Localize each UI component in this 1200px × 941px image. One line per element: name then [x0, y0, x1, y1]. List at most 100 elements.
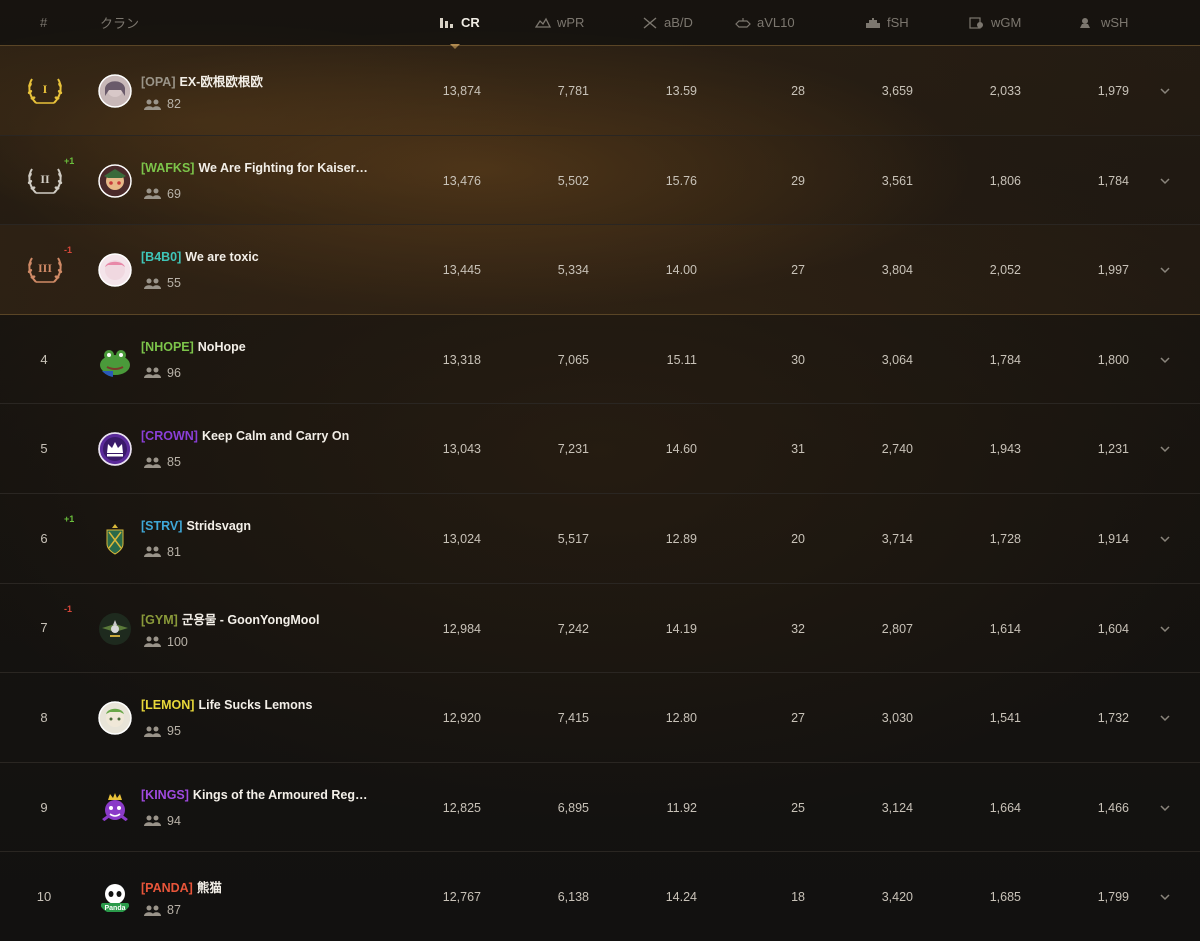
stat-fsh: 3,659 [881, 84, 913, 98]
header-wpr-label: wPR [557, 15, 585, 30]
chevron-down-icon[interactable] [1158, 444, 1172, 454]
header-abd[interactable]: aB/D [642, 15, 693, 30]
table-row[interactable]: 9 [KINGS] Kings of the Armoured Reg… 94 12,8… [0, 763, 1200, 853]
header-abd-label: aB/D [664, 15, 693, 30]
table-row[interactable]: 10 Panda [PANDA] 熊猫 87 12,767 6,138 14.24 18 3,42… [0, 852, 1200, 941]
rank-change-badge: -1 [64, 603, 73, 614]
avatar-pink-icon[interactable] [98, 253, 132, 287]
stat-abd: 12.80 [665, 711, 697, 726]
chevron-down-icon[interactable] [1158, 176, 1172, 186]
avatar-anime-icon[interactable] [98, 163, 132, 198]
clan-name-link[interactable]: [KINGS] Kings of the Armoured Reg… [141, 788, 367, 802]
table-row[interactable]: 8 [LEMON] Life Sucks Lemons 95 12,920 7,415 12… [0, 673, 1200, 763]
members-icon [144, 546, 161, 558]
chevron-down-icon[interactable] [1158, 86, 1172, 96]
members-icon [144, 905, 161, 916]
stat-wsh: 1,466 [1097, 800, 1129, 815]
member-count: 95 [144, 724, 181, 738]
stat-wgm: 2,052 [989, 263, 1021, 278]
member-count-value: 69 [167, 186, 181, 201]
stat-fsh: 3,420 [881, 890, 913, 905]
stat-abd: 15.76 [665, 173, 697, 188]
clan-name-link[interactable]: [WAFKS] We Are Fighting for Kaiser… [141, 161, 368, 175]
header-cr[interactable]: CR [439, 15, 480, 30]
table-row[interactable]: 4 [NHOPE] NoHope 96 13,318 7,065 15.11 30 3,064 1… [0, 315, 1200, 405]
header-cr-label: CR [461, 15, 480, 30]
stat-wgm: 1,614 [989, 621, 1021, 636]
shield-crest-icon[interactable] [98, 522, 132, 556]
stat-wsh: 1,784 [1097, 173, 1129, 188]
stat-wgm: 1,728 [989, 531, 1021, 546]
member-count-value: 55 [167, 276, 181, 291]
clan-name-link[interactable]: [STRV] Stridsvagn [141, 519, 251, 533]
chevron-down-icon[interactable] [1158, 624, 1172, 634]
tank-icon [735, 17, 751, 29]
clan-title: Kings of the Armoured Reg… [192, 787, 368, 802]
rank-roman-numeral: III [37, 261, 52, 276]
avatar-girl-icon[interactable] [98, 74, 132, 108]
stat-avl10: 18 [791, 890, 805, 905]
stat-wsh: 1,800 [1097, 352, 1129, 367]
stat-fsh: 3,030 [881, 711, 913, 726]
crown-icon[interactable] [98, 432, 132, 467]
table-row[interactable]: 7 -1 [GYM] 군용물 - GoonYongMool 100 12,984 7,242… [0, 584, 1200, 674]
table-row[interactable]: III -1 [B4B0] We are toxic 55 13,445 5,334 14.0… [0, 225, 1200, 315]
rank-roman-numeral: II [40, 171, 50, 186]
clan-name-link[interactable]: [LEMON] Life Sucks Lemons [141, 698, 312, 712]
stat-wsh: 1,979 [1097, 84, 1129, 98]
stat-wgm: 1,685 [989, 890, 1021, 905]
stat-fsh: 3,064 [881, 352, 913, 367]
stat-avl10: 28 [791, 84, 805, 98]
clan-tag: [WAFKS] [141, 160, 195, 175]
chevron-down-icon[interactable] [1158, 892, 1172, 902]
stat-avl10: 31 [791, 442, 805, 457]
member-count: 85 [144, 455, 181, 469]
members-icon [144, 367, 161, 379]
stat-wsh: 1,732 [1097, 711, 1129, 726]
members-icon [144, 278, 161, 289]
chevron-down-icon[interactable] [1158, 534, 1172, 544]
table-row[interactable]: 6 +1 [STRV] Stridsvagn 81 13,024 5,517 12.89 20 3… [0, 494, 1200, 584]
member-count: 82 [144, 97, 181, 111]
stat-wpr: 7,242 [557, 621, 589, 636]
header-wsh[interactable]: wSH [1079, 15, 1128, 30]
member-count-value: 85 [167, 455, 181, 470]
military-badge-icon[interactable] [98, 612, 132, 646]
clan-name-link[interactable]: [NHOPE] NoHope [141, 340, 246, 354]
clan-name-link[interactable]: [GYM] 군용물 - GoonYongMool [141, 609, 320, 628]
table-row[interactable]: II +1 [WAFKS] We Are Fighting for Kaiser… 69… [0, 135, 1200, 226]
clan-name-link[interactable]: [OPA] EX-欧根欧根欧 [141, 71, 263, 90]
header-rank[interactable]: # [40, 15, 47, 30]
avatar-lemon-icon[interactable] [98, 701, 132, 735]
chevron-down-icon[interactable] [1158, 713, 1172, 723]
rank-bronze-medal-icon: III [24, 252, 66, 288]
clan-tag: [KINGS] [141, 787, 189, 802]
member-count: 94 [144, 814, 181, 828]
chevron-down-icon[interactable] [1158, 355, 1172, 365]
stat-wpr: 7,781 [557, 84, 589, 98]
clan-name-link[interactable]: [PANDA] 熊猫 [141, 877, 222, 896]
header-wsh-label: wSH [1101, 15, 1129, 30]
table-row[interactable]: I [OPA] EX-欧根欧根欧 82 13,874 7,781 13.59 28 3,659 2… [0, 46, 1200, 136]
header-avl10[interactable]: aVL10 [735, 15, 795, 30]
rank-change-badge: +1 [64, 155, 75, 166]
stat-wpr: 5,517 [557, 531, 589, 546]
header-fsh[interactable]: fSH [865, 15, 909, 30]
clan-name-link[interactable]: [CROWN] Keep Calm and Carry On [141, 429, 349, 443]
members-icon [144, 188, 161, 200]
chevron-down-icon[interactable] [1158, 265, 1172, 275]
clan-name-link[interactable]: [B4B0] We are toxic [141, 250, 259, 264]
stat-wsh: 1,997 [1097, 263, 1129, 278]
clan-title: Keep Calm and Carry On [201, 429, 350, 444]
header-wgm[interactable]: wGM [969, 15, 1021, 30]
svg-text:Panda: Panda [104, 905, 125, 912]
table-row[interactable]: 5 [CROWN] Keep Calm and Carry On 85 13,043 7,… [0, 404, 1200, 494]
frog-icon[interactable] [98, 343, 132, 377]
stat-avl10: 32 [791, 621, 805, 636]
clan-title: We are toxic [185, 250, 259, 265]
header-clan[interactable]: クラン [100, 13, 139, 32]
header-wpr[interactable]: wPR [535, 15, 584, 30]
chevron-down-icon[interactable] [1158, 803, 1172, 813]
king-icon[interactable] [98, 791, 132, 825]
panda-icon[interactable]: Panda [98, 880, 132, 914]
